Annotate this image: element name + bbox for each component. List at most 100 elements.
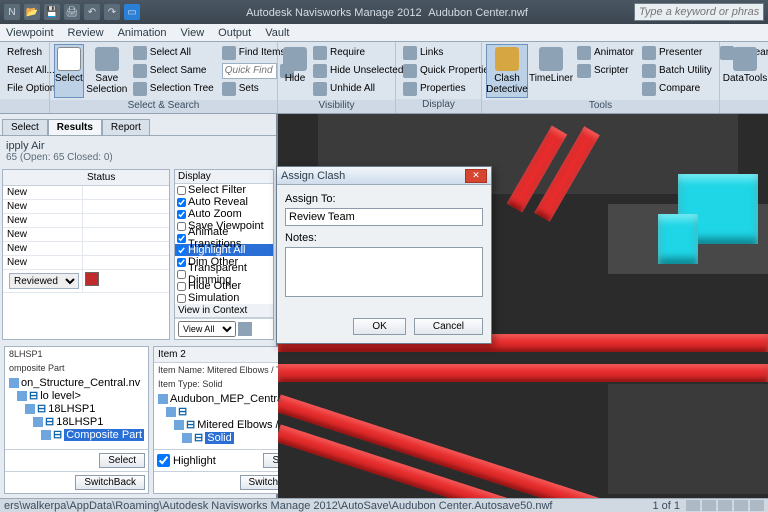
node-icon (33, 417, 43, 427)
select-mode-icon[interactable]: ▭ (124, 4, 140, 20)
select-all-button[interactable]: Select All (130, 44, 217, 61)
hide-icon (283, 47, 307, 71)
memory-icon[interactable] (734, 500, 748, 511)
clash-row[interactable]: New (3, 242, 83, 255)
perf-icon[interactable] (718, 500, 732, 511)
group-visibility: Visibility (278, 100, 395, 113)
sheet-next-icon[interactable] (702, 500, 716, 511)
item1-switchback-button[interactable]: SwitchBack (75, 475, 145, 490)
clash-results-grid[interactable]: Status NewNewNewNewNewNew Reviewed (2, 169, 170, 340)
clash-row[interactable]: New (3, 228, 83, 241)
select-tool-button[interactable]: Select (54, 44, 84, 98)
quick-access-toolbar: N 📂 💾 🖨 ↶ ↷ ▭ (4, 4, 140, 20)
tree-node[interactable]: ⊟ lo level> (9, 389, 144, 402)
compare-button[interactable]: Compare (639, 80, 715, 97)
tree-node[interactable]: ⊟ 18LHSP1 (9, 415, 144, 428)
unhide-all-button[interactable]: Unhide All (310, 80, 406, 97)
tree-node[interactable]: ⊟ Composite Part (9, 428, 144, 441)
tab-review[interactable]: Review (68, 27, 104, 39)
tab-viewpoint[interactable]: Viewpoint (6, 27, 54, 39)
display-option[interactable]: Transparent Dimming (175, 268, 273, 280)
tree-node[interactable]: on_Structure_Central.nv (9, 377, 144, 389)
clash-row[interactable]: New (3, 256, 83, 269)
group-display: Display (396, 99, 481, 113)
hide-button[interactable]: Hide (282, 44, 308, 98)
status-combo[interactable]: Reviewed (9, 273, 79, 289)
tab-animation[interactable]: Animation (118, 27, 167, 39)
ribbon: Refresh Reset All... File Options Select… (0, 42, 768, 114)
node-icon (158, 394, 168, 404)
display-option[interactable]: Select Filter (175, 184, 273, 196)
tab-vault[interactable]: Vault (265, 27, 289, 39)
display-option[interactable]: Auto Zoom (175, 208, 273, 220)
help-search-input[interactable] (634, 3, 764, 21)
tab-results[interactable]: Results (48, 119, 102, 135)
item1-type: omposite Part (5, 361, 148, 375)
save-icon[interactable]: 💾 (44, 4, 60, 20)
panel-tabs: Select Results Report (0, 114, 276, 136)
clash-row[interactable]: New (3, 186, 83, 199)
undo-icon[interactable]: ↶ (84, 4, 100, 20)
display-option[interactable]: Animate Transitions (175, 232, 273, 244)
assign-to-label: Assign To: (285, 193, 483, 205)
sheet-prev-icon[interactable] (686, 500, 700, 511)
selection-tree-button[interactable]: Selection Tree (130, 80, 217, 97)
select-same-button[interactable]: Select Same (130, 62, 217, 79)
hide-unselected-button[interactable]: Hide Unselected (310, 62, 406, 79)
animator-button[interactable]: Animator (574, 44, 637, 61)
tab-output[interactable]: Output (218, 27, 251, 39)
disk-icon[interactable] (750, 500, 764, 511)
batch-utility-button[interactable]: Batch Utility (639, 62, 715, 79)
clash-row[interactable]: New (3, 214, 83, 227)
print-icon[interactable]: 🖨 (64, 4, 80, 20)
tab-select[interactable]: Select (2, 119, 48, 135)
clash-icon (495, 47, 519, 71)
datatools-button[interactable]: DataTools (724, 44, 766, 98)
ribbon-tab-bar: Viewpoint Review Animation View Output V… (0, 24, 768, 42)
clash-detective-panel: Select Results Report ipply Air 65 (Open… (0, 114, 278, 498)
assign-clash-dialog: Assign Clash ✕ Assign To: Notes: OK Canc… (276, 166, 492, 344)
ok-button[interactable]: OK (353, 318, 405, 335)
clash-detective-button[interactable]: Clash Detective (486, 44, 528, 98)
color-swatch[interactable] (85, 272, 99, 286)
play-icon[interactable] (238, 322, 252, 336)
notes-input[interactable] (285, 247, 483, 297)
item1-box: 8LHSP1 omposite Part on_Structure_Centra… (4, 346, 149, 494)
window-title: Autodesk Navisworks Manage 2012 Audubon … (140, 5, 634, 19)
node-icon (182, 433, 192, 443)
node-icon (41, 430, 51, 440)
display-option[interactable]: Simulation (175, 292, 273, 304)
require-button[interactable]: Require (310, 44, 406, 61)
save-selection-button[interactable]: Save Selection (86, 44, 128, 98)
quick-find-input[interactable] (222, 63, 277, 79)
datatools-icon (733, 47, 757, 71)
timeliner-icon (539, 47, 563, 71)
tab-report[interactable]: Report (102, 119, 150, 135)
cancel-button[interactable]: Cancel (414, 318, 483, 335)
item1-name: 8LHSP1 (5, 347, 148, 361)
item1-select-button[interactable]: Select (99, 453, 145, 468)
notes-label: Notes: (285, 232, 483, 244)
page-indicator: 1 of 1 (652, 500, 680, 512)
redo-icon[interactable]: ↷ (104, 4, 120, 20)
tree-node[interactable]: ⊟ 18LHSP1 (9, 402, 144, 415)
open-icon[interactable]: 📂 (24, 4, 40, 20)
node-icon (166, 407, 176, 417)
timeliner-button[interactable]: TimeLiner (530, 44, 572, 98)
app-menu-icon[interactable]: N (4, 4, 20, 20)
tab-view[interactable]: View (181, 27, 205, 39)
close-icon[interactable]: ✕ (465, 169, 487, 183)
display-options: Display Select FilterAuto RevealAuto Zoo… (174, 169, 274, 340)
view-context-select[interactable]: View All (178, 321, 236, 337)
assign-to-input[interactable] (285, 208, 483, 226)
clash-row[interactable]: New (3, 200, 83, 213)
node-icon (174, 420, 184, 430)
item1-tree[interactable]: on_Structure_Central.nv⊟ lo level>⊟ 18LH… (5, 375, 148, 449)
node-icon (25, 404, 35, 414)
scripter-button[interactable]: Scripter (574, 62, 637, 79)
presenter-button[interactable]: Presenter (639, 44, 715, 61)
node-icon (17, 391, 27, 401)
highlight-checkbox[interactable] (157, 454, 170, 467)
dialog-titlebar[interactable]: Assign Clash ✕ (277, 167, 491, 185)
display-option[interactable]: Auto Reveal (175, 196, 273, 208)
